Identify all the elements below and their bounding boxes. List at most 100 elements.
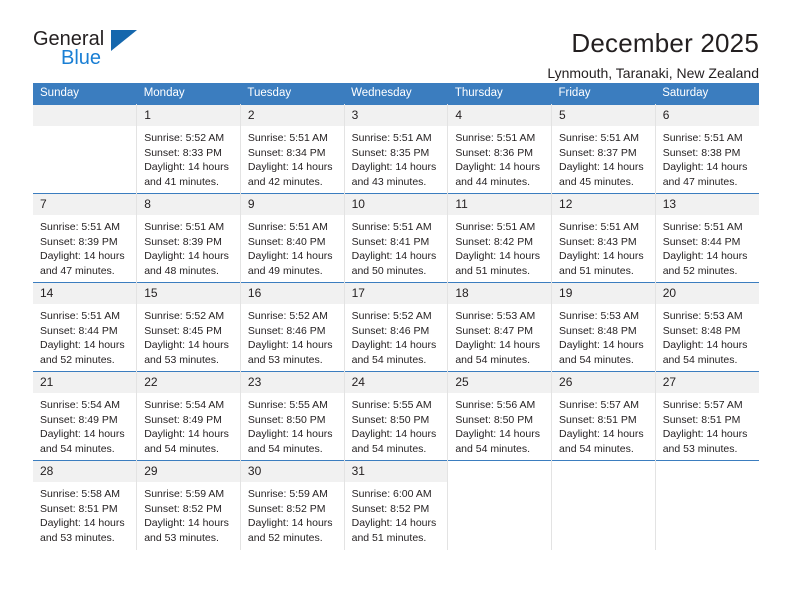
- day-number: 12: [552, 194, 655, 215]
- day-sun-info-line: Sunset: 8:51 PM: [559, 413, 637, 426]
- day-sun-info-line: Sunset: 8:38 PM: [662, 146, 741, 159]
- day-sun-info: Sunrise: 5:55 AM Sunset: 8:50 PM Daylight:…: [345, 393, 448, 456]
- day-sun-info-line: Sunrise: 5:56 AM: [455, 399, 536, 411]
- calendar-day-cell[interactable]: 8 Sunrise: 5:51 AM Sunset: 8:39 PM Daylight…: [136, 193, 241, 283]
- calendar-day-cell[interactable]: 30 Sunrise: 5:59 AM Sunset: 8:52 PM Dayligh…: [240, 460, 345, 550]
- day-sun-info: Sunrise: 5:52 AM Sunset: 8:46 PM Daylight:…: [345, 304, 448, 367]
- calendar-day-cell[interactable]: 4 Sunrise: 5:51 AM Sunset: 8:36 PM Daylight…: [447, 104, 553, 194]
- day-sun-info-line: Daylight: 14 hours: [455, 161, 540, 174]
- calendar-day-cell[interactable]: 19 Sunrise: 5:53 AM Sunset: 8:48 PM Dayligh…: [551, 282, 656, 372]
- day-sun-info-line: Sunrise: 5:52 AM: [351, 310, 432, 322]
- calendar-day-cell[interactable]: 10 Sunrise: 5:51 AM Sunset: 8:41 PM Dayligh…: [344, 193, 449, 283]
- day-sun-info-line: and 54 minutes.: [247, 442, 323, 455]
- calendar-day-cell[interactable]: 25 Sunrise: 5:56 AM Sunset: 8:50 PM Dayligh…: [447, 371, 553, 461]
- day-sun-info-line: Sunrise: 5:58 AM: [40, 488, 120, 500]
- day-number: 10: [344, 194, 448, 215]
- calendar-day-cell[interactable]: 16 Sunrise: 5:52 AM Sunset: 8:46 PM Dayligh…: [240, 282, 345, 372]
- day-sun-info: Sunrise: 6:00 AM Sunset: 8:52 PM Daylight:…: [345, 482, 448, 545]
- day-sun-info-line: Sunrise: 5:51 AM: [559, 132, 639, 144]
- calendar-day-cell[interactable]: 28 Sunrise: 5:58 AM Sunset: 8:51 PM Dayligh…: [33, 460, 138, 550]
- calendar-day-cell[interactable]: 2 Sunrise: 5:51 AM Sunset: 8:34 PM Daylight…: [240, 104, 345, 194]
- day-sun-info-line: Sunrise: 5:51 AM: [247, 221, 328, 233]
- day-number: 14: [33, 283, 137, 304]
- day-sun-info-line: Sunrise: 5:53 AM: [662, 310, 743, 322]
- calendar-day-cell[interactable]: 14 Sunrise: 5:51 AM Sunset: 8:44 PM Dayligh…: [33, 282, 138, 372]
- calendar-day-cell[interactable]: 3 Sunrise: 5:51 AM Sunset: 8:35 PM Daylight…: [344, 104, 449, 194]
- calendar-empty-cell: [33, 104, 138, 194]
- calendar-day-cell[interactable]: 31 Sunrise: 6:00 AM Sunset: 8:52 PM Dayligh…: [344, 460, 449, 550]
- calendar-day-cell[interactable]: 20 Sunrise: 5:53 AM Sunset: 8:48 PM Dayligh…: [655, 282, 759, 372]
- day-sun-info-line: Daylight: 14 hours: [247, 339, 333, 352]
- day-sun-info-line: and 54 minutes.: [351, 353, 427, 366]
- calendar-day-cell[interactable]: 29 Sunrise: 5:59 AM Sunset: 8:52 PM Dayligh…: [136, 460, 241, 550]
- day-sun-info-line: Daylight: 14 hours: [144, 339, 229, 352]
- day-sun-info-line: Sunset: 8:44 PM: [40, 324, 118, 337]
- day-sun-info-line: Daylight: 14 hours: [247, 428, 333, 441]
- calendar-day-cell[interactable]: 21 Sunrise: 5:54 AM Sunset: 8:49 PM Dayligh…: [33, 371, 138, 461]
- day-sun-info-line: Daylight: 14 hours: [559, 339, 644, 352]
- day-sun-info: Sunrise: 5:51 AM Sunset: 8:39 PM Daylight:…: [137, 215, 240, 278]
- day-number: 23: [240, 372, 344, 393]
- day-sun-info-line: Daylight: 14 hours: [455, 428, 540, 441]
- calendar-day-cell[interactable]: 22 Sunrise: 5:54 AM Sunset: 8:49 PM Dayligh…: [136, 371, 241, 461]
- calendar-day-cell[interactable]: 11 Sunrise: 5:51 AM Sunset: 8:42 PM Dayligh…: [447, 193, 553, 283]
- calendar-day-cell[interactable]: 24 Sunrise: 5:55 AM Sunset: 8:50 PM Dayligh…: [344, 371, 449, 461]
- day-sun-info-line: Sunrise: 5:51 AM: [40, 221, 120, 233]
- calendar-day-cell[interactable]: 13 Sunrise: 5:51 AM Sunset: 8:44 PM Dayligh…: [655, 193, 759, 283]
- day-number: 28: [33, 461, 137, 482]
- day-number: 26: [552, 372, 655, 393]
- day-sun-info-line: Daylight: 14 hours: [144, 161, 229, 174]
- calendar-day-cell[interactable]: 9 Sunrise: 5:51 AM Sunset: 8:40 PM Daylight…: [240, 193, 345, 283]
- page-header: General Blue December 2025 Lynmouth, Tar…: [33, 0, 759, 81]
- weekday-header-sunday: Sunday: [33, 83, 137, 105]
- calendar-day-cell[interactable]: 7 Sunrise: 5:51 AM Sunset: 8:39 PM Daylight…: [33, 193, 138, 283]
- day-sun-info-line: and 41 minutes.: [144, 175, 219, 188]
- day-sun-info-line: and 47 minutes.: [40, 264, 115, 277]
- day-number: 7: [33, 194, 137, 215]
- day-sun-info-line: and 42 minutes.: [247, 175, 323, 188]
- day-sun-info-line: and 44 minutes.: [455, 175, 531, 188]
- calendar-header-row: Sunday Monday Tuesday Wednesday Thursday…: [33, 83, 759, 105]
- calendar-day-cell[interactable]: 12 Sunrise: 5:51 AM Sunset: 8:43 PM Dayligh…: [551, 193, 656, 283]
- page-subtitle: Lynmouth, Taranaki, New Zealand: [547, 65, 759, 81]
- day-sun-info: Sunrise: 5:51 AM Sunset: 8:44 PM Daylight:…: [656, 215, 759, 278]
- day-sun-info-line: Daylight: 14 hours: [351, 428, 437, 441]
- calendar-table: Sunday Monday Tuesday Wednesday Thursday…: [33, 83, 759, 550]
- calendar-day-cell[interactable]: 17 Sunrise: 5:52 AM Sunset: 8:46 PM Dayligh…: [344, 282, 449, 372]
- day-sun-info-line: Sunset: 8:48 PM: [662, 324, 741, 337]
- calendar-day-cell[interactable]: 1 Sunrise: 5:52 AM Sunset: 8:33 PM Daylight…: [136, 104, 241, 194]
- day-sun-info-line: Sunrise: 5:51 AM: [455, 132, 536, 144]
- day-sun-info-line: Daylight: 14 hours: [455, 250, 540, 263]
- day-number: 20: [655, 283, 759, 304]
- calendar-day-cell[interactable]: 26 Sunrise: 5:57 AM Sunset: 8:51 PM Dayligh…: [551, 371, 656, 461]
- calendar-day-cell[interactable]: 27 Sunrise: 5:57 AM Sunset: 8:51 PM Dayligh…: [655, 371, 759, 461]
- day-sun-info-line: and 51 minutes.: [351, 531, 427, 544]
- calendar-day-cell[interactable]: 6 Sunrise: 5:51 AM Sunset: 8:38 PM Daylight…: [655, 104, 759, 194]
- day-sun-info-line: Sunset: 8:50 PM: [351, 413, 430, 426]
- day-sun-info-line: Sunrise: 5:52 AM: [144, 132, 225, 144]
- day-sun-info-line: and 53 minutes.: [144, 531, 219, 544]
- weekday-header-tuesday: Tuesday: [240, 83, 345, 105]
- day-sun-info-line: Sunrise: 5:51 AM: [40, 310, 120, 322]
- day-sun-info: Sunrise: 5:52 AM Sunset: 8:45 PM Daylight:…: [137, 304, 240, 367]
- calendar-day-cell[interactable]: 15 Sunrise: 5:52 AM Sunset: 8:45 PM Dayligh…: [136, 282, 241, 372]
- day-sun-info-line: and 45 minutes.: [559, 175, 634, 188]
- day-sun-info: Sunrise: 5:53 AM Sunset: 8:47 PM Daylight:…: [448, 304, 551, 367]
- calendar-day-cell[interactable]: 5 Sunrise: 5:51 AM Sunset: 8:37 PM Daylight…: [551, 104, 656, 194]
- weekday-header-friday: Friday: [551, 83, 656, 105]
- day-sun-info-line: Sunset: 8:34 PM: [247, 146, 326, 159]
- calendar-day-cell[interactable]: 23 Sunrise: 5:55 AM Sunset: 8:50 PM Dayligh…: [240, 371, 345, 461]
- day-sun-info-line: Daylight: 14 hours: [559, 250, 644, 263]
- day-sun-info-line: Daylight: 14 hours: [40, 339, 125, 352]
- day-sun-info-line: and 53 minutes.: [247, 353, 323, 366]
- day-sun-info-line: and 54 minutes.: [144, 442, 219, 455]
- day-sun-info-line: and 54 minutes.: [559, 442, 634, 455]
- day-sun-info-line: and 47 minutes.: [662, 175, 738, 188]
- day-sun-info: Sunrise: 5:59 AM Sunset: 8:52 PM Daylight:…: [241, 482, 344, 545]
- day-number: 31: [344, 461, 448, 482]
- calendar-day-cell[interactable]: 18 Sunrise: 5:53 AM Sunset: 8:47 PM Dayligh…: [447, 282, 553, 372]
- day-sun-info: Sunrise: 5:51 AM Sunset: 8:35 PM Daylight:…: [345, 126, 448, 189]
- day-number: 22: [137, 372, 240, 393]
- day-sun-info-line: Sunset: 8:33 PM: [144, 146, 222, 159]
- day-sun-info: Sunrise: 5:59 AM Sunset: 8:52 PM Daylight:…: [137, 482, 240, 545]
